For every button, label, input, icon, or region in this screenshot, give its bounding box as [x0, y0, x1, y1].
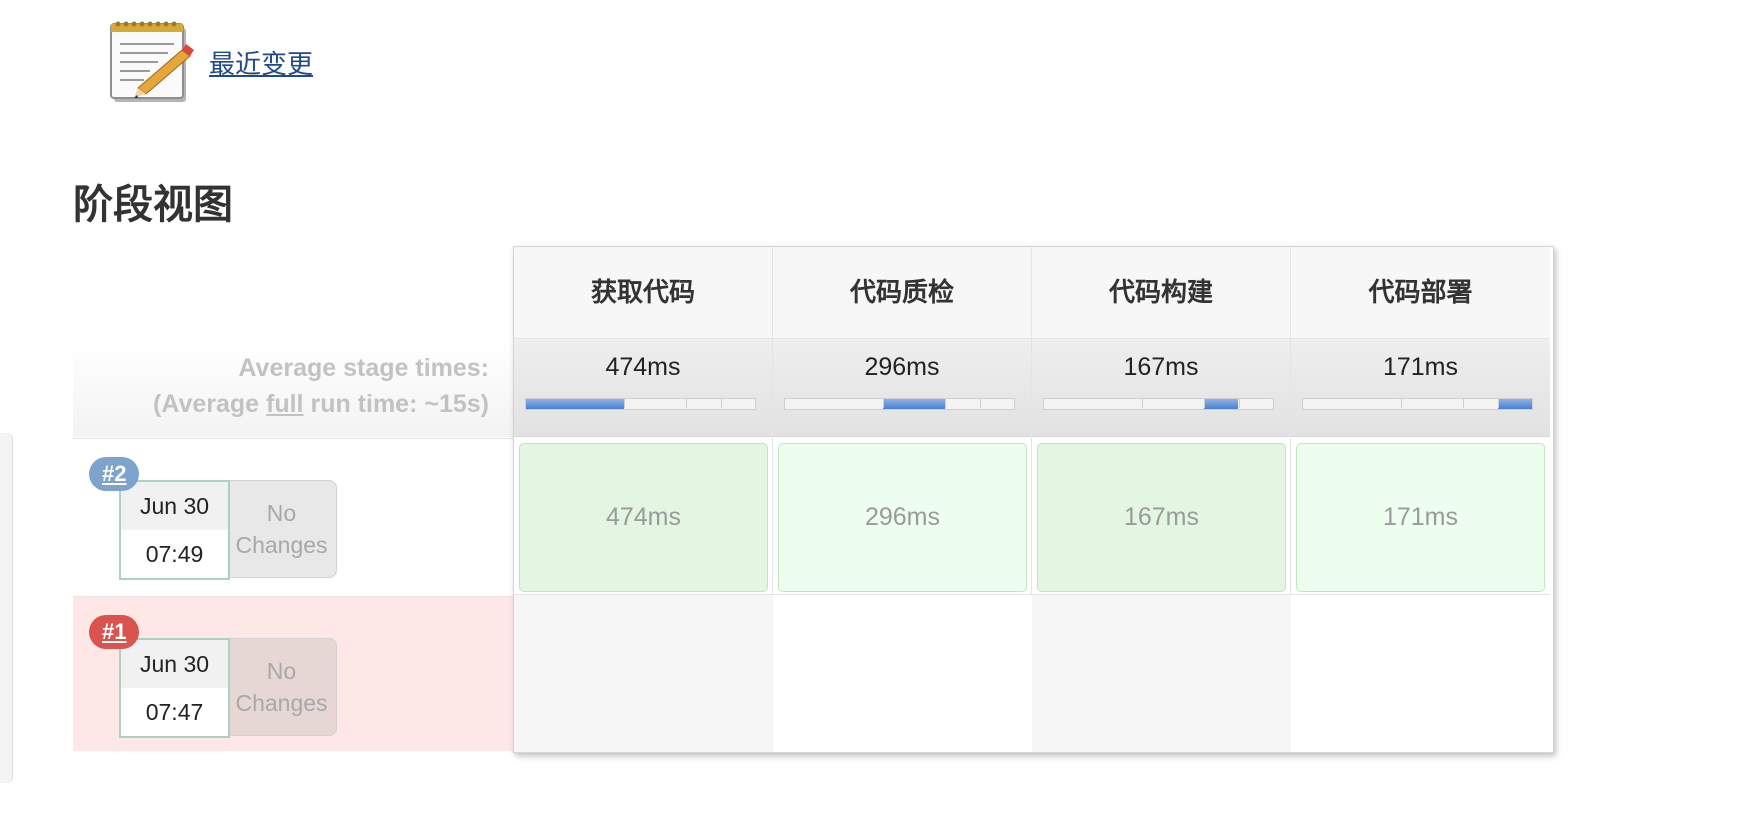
notepad-pencil-icon[interactable]: [108, 16, 198, 106]
stage-progress-bar: [1043, 398, 1274, 410]
stage-average: 167ms: [1032, 339, 1290, 437]
section-title: 阶段视图: [73, 183, 233, 227]
stage-column: 代码质检 296ms 296ms: [773, 247, 1032, 752]
stage-progress-divider: [686, 398, 687, 408]
stage-header: 代码构建: [1032, 247, 1290, 339]
stage-header: 代码质检: [773, 247, 1031, 339]
build-date-box: Jun 30 07:49: [119, 480, 230, 580]
stage-header: 代码部署: [1291, 247, 1550, 339]
stage-run-cell[interactable]: 167ms: [1037, 443, 1286, 592]
recent-changes-link[interactable]: 最近变更: [209, 44, 313, 81]
build-time: 07:47: [145, 699, 204, 725]
stage-progress-fill: [1204, 399, 1238, 409]
stage-average-time: 171ms: [1382, 353, 1459, 381]
stage-progress-fill: [1498, 399, 1532, 409]
stage-progress-divider: [945, 398, 946, 408]
stage-empty-cell[interactable]: [773, 594, 1032, 752]
stage-average: 296ms: [773, 339, 1031, 437]
stage-average-time: 296ms: [864, 353, 940, 381]
changes-box[interactable]: No Changes: [226, 638, 337, 736]
stage-progress-divider: [883, 398, 884, 408]
stage-progress-divider: [980, 398, 981, 408]
avg-prefix: (Average: [153, 390, 267, 418]
stage-column: 获取代码 474ms 474ms: [514, 247, 773, 752]
stage-progress-bar: [784, 398, 1015, 410]
stage-progress-divider: [1204, 398, 1205, 408]
stage-run-cell[interactable]: 296ms: [778, 443, 1027, 592]
build-number-badge[interactable]: #1: [89, 615, 140, 649]
stage-progress-divider: [1498, 398, 1499, 408]
average-stage-times-label: Average stage times:: [238, 354, 489, 382]
stage-empty-cell[interactable]: [1032, 594, 1291, 752]
stage-progress-bar: [1302, 398, 1533, 410]
stage-progress-fill: [883, 399, 945, 409]
stage-progress-divider: [1401, 398, 1402, 408]
stage-header: 获取代码: [514, 247, 772, 339]
average-full-run-label: (Average full run time: ~15s): [153, 390, 489, 419]
stage-average-time: 167ms: [1123, 353, 1199, 381]
build-date: Jun 30: [121, 640, 228, 688]
stage-run-cell[interactable]: 171ms: [1296, 443, 1545, 592]
stage-average: 171ms: [1291, 339, 1550, 437]
stage-progress-bar: [525, 398, 756, 410]
build-number-badge[interactable]: #2: [89, 457, 140, 491]
stage-view-page: 最近变更 阶段视图 Average stage times: (Average …: [0, 0, 1752, 828]
stage-average-time: 474ms: [605, 353, 681, 381]
build-time: 07:49: [145, 541, 204, 567]
avg-full-link[interactable]: full: [266, 390, 304, 418]
stage-progress-divider: [721, 398, 722, 408]
stage-progress-divider: [1239, 398, 1240, 408]
build-date: Jun 30: [121, 482, 228, 530]
stage-progress-divider: [1463, 398, 1464, 408]
stage-progress-divider: [1142, 398, 1143, 408]
stage-empty-cell[interactable]: [514, 594, 773, 752]
changes-box[interactable]: No Changes: [226, 480, 337, 578]
stage-run-cell[interactable]: 474ms: [519, 443, 768, 592]
stage-table: 获取代码 474ms 474ms 代码质检 296ms 296ms 代码构建 1…: [513, 246, 1554, 753]
stage-progress-divider: [624, 398, 625, 408]
avg-suffix: run time: ~15s): [303, 390, 489, 418]
average-times-cell: Average stage times: (Average full run t…: [73, 343, 515, 437]
stage-progress-fill: [526, 399, 624, 409]
stage-column: 代码部署 171ms 171ms: [1291, 247, 1550, 752]
build-row-2[interactable]: #2 Jun 30 07:49 No Changes: [73, 438, 515, 592]
side-panel-edge[interactable]: [0, 433, 13, 783]
stage-column: 代码构建 167ms 167ms: [1032, 247, 1291, 752]
build-row-1[interactable]: #1 Jun 30 07:47 No Changes: [73, 596, 515, 751]
stage-average: 474ms: [514, 339, 772, 437]
build-date-box: Jun 30 07:47: [119, 638, 230, 738]
stage-empty-cell[interactable]: [1291, 594, 1550, 752]
